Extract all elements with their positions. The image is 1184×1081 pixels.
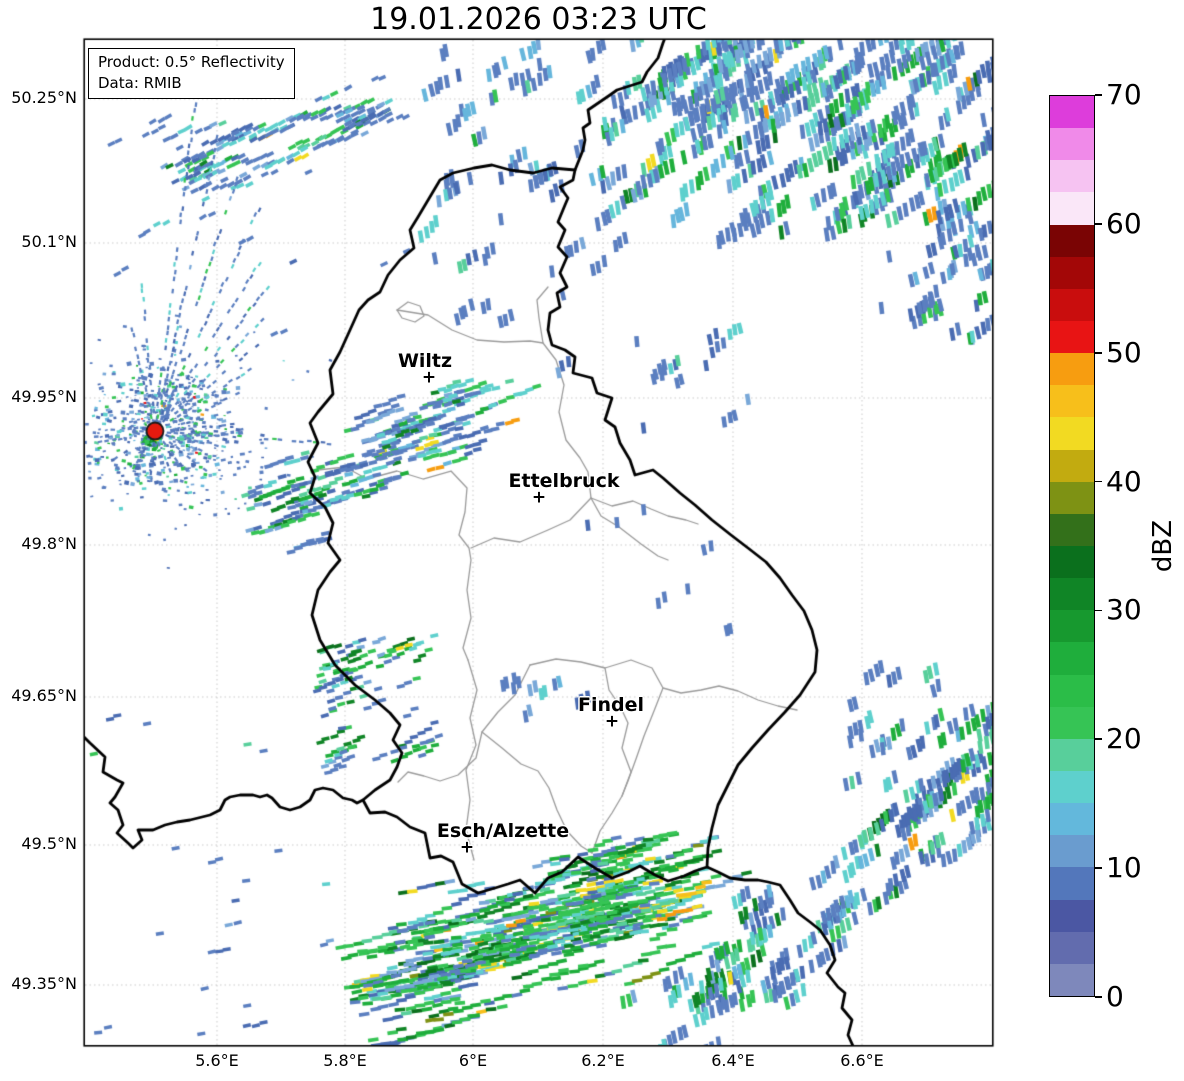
colorbar-segment (1050, 706, 1094, 739)
colorbar-segment (1050, 867, 1094, 900)
colorbar-segment (1050, 96, 1094, 129)
x-tick-label: 6.6°E (840, 1051, 884, 1070)
city-marker-icon: + (459, 837, 475, 858)
colorbar-tick (1095, 738, 1102, 741)
city-label-esch-alzette: Esch/Alzette (436, 820, 570, 842)
colorbar-segment (1050, 931, 1094, 964)
colorbar-segment (1050, 353, 1094, 386)
colorbar-tick (1095, 867, 1102, 869)
colorbar-tick-label: 50 (1106, 335, 1142, 369)
y-tick-label: 49.35°N (11, 974, 77, 993)
colorbar-segment (1050, 545, 1094, 579)
colorbar-segment (1050, 449, 1094, 482)
colorbar-tick-label: 60 (1106, 206, 1142, 240)
colorbar-tick-label: 30 (1106, 593, 1142, 627)
colorbar-segment (1050, 160, 1094, 193)
colorbar (1049, 95, 1095, 997)
colorbar-segment (1050, 738, 1094, 771)
x-tick-label: 5.8°E (323, 1051, 367, 1070)
colorbar-segment (1050, 803, 1094, 836)
colorbar-segment (1050, 385, 1094, 418)
colorbar-tick-label: 70 (1106, 78, 1142, 111)
colorbar-tick-label: 40 (1106, 464, 1142, 498)
colorbar-segment (1050, 288, 1094, 321)
y-tick-label: 49.65°N (11, 686, 77, 705)
colorbar-tick (1095, 94, 1102, 96)
radar-figure: 19.01.2026 03:23 UTC Product: 0.5° Refle… (0, 0, 1184, 1081)
colorbar-segment (1050, 835, 1094, 868)
figure-title: 19.01.2026 03:23 UTC (370, 2, 707, 37)
x-tick-label: 5.6°E (195, 1051, 239, 1070)
colorbar-segment (1050, 610, 1094, 643)
product-info-line2: Data: RMIB (98, 74, 182, 92)
colorbar-axis-label: dBZ (1148, 519, 1178, 573)
colorbar-segment (1050, 963, 1094, 996)
colorbar-tick (1095, 996, 1102, 998)
product-info-box: Product: 0.5° Reflectivity Data: RMIB (88, 48, 295, 99)
colorbar-tick-label: 20 (1106, 722, 1142, 756)
colorbar-segment (1050, 128, 1094, 161)
colorbar-segment (1050, 224, 1094, 257)
colorbar-segment (1050, 192, 1094, 225)
colorbar-tick (1095, 351, 1102, 354)
colorbar-segment (1050, 513, 1094, 546)
city-marker-icon: + (604, 711, 620, 732)
colorbar-segment (1050, 417, 1094, 450)
colorbar-tick-label: 0 (1106, 980, 1124, 1013)
city-marker-icon: + (421, 367, 437, 388)
city-label-ettelbruck: Ettelbruck (508, 470, 620, 492)
x-tick-label: 6.2°E (581, 1051, 625, 1070)
colorbar-tick (1095, 609, 1102, 612)
product-info-line1: Product: 0.5° Reflectivity (98, 53, 285, 71)
colorbar-segment (1050, 320, 1094, 354)
x-tick-label: 6°E (458, 1051, 488, 1070)
city-marker-icon: + (531, 487, 547, 508)
y-tick-label: 49.8°N (21, 534, 77, 553)
colorbar-segment (1050, 770, 1094, 804)
colorbar-segment (1050, 481, 1094, 514)
x-tick-label: 6.4°E (711, 1051, 755, 1070)
y-tick-label: 50.1°N (21, 232, 77, 251)
colorbar-tick-label: 10 (1106, 851, 1142, 885)
colorbar-tick (1095, 480, 1102, 483)
colorbar-tick (1095, 223, 1102, 225)
y-tick-label: 49.95°N (11, 387, 77, 406)
y-tick-label: 49.5°N (21, 834, 77, 853)
radar-map-canvas (0, 0, 1184, 1081)
colorbar-segment (1050, 642, 1094, 675)
colorbar-segment (1050, 578, 1094, 611)
colorbar-segment (1050, 256, 1094, 289)
colorbar-segment (1050, 674, 1094, 707)
y-tick-label: 50.25°N (11, 88, 77, 107)
colorbar-segment (1050, 899, 1094, 932)
